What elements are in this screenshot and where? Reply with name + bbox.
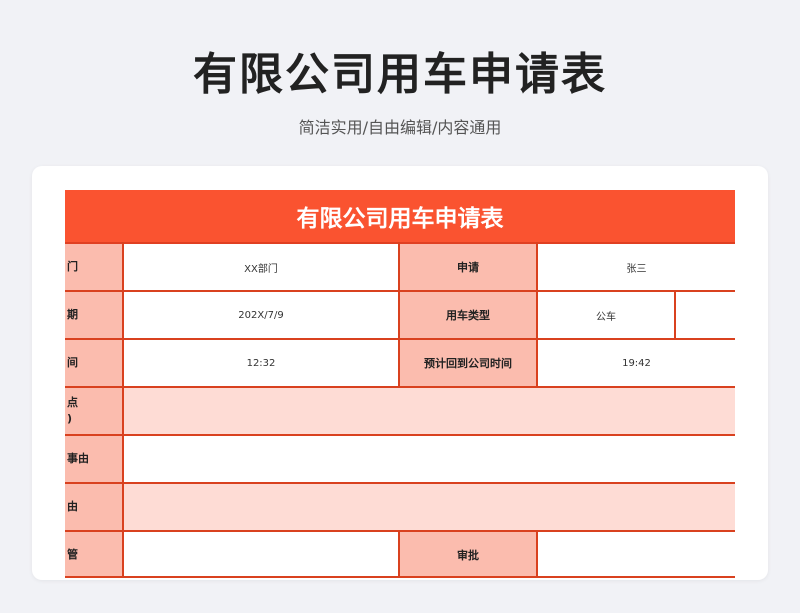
departure-time-value[interactable]: 12:32 (124, 340, 398, 386)
reason-value[interactable] (124, 436, 735, 482)
vehicle-extra-value[interactable] (676, 292, 735, 338)
grid-line (65, 530, 735, 532)
supervisor-label: 管 (65, 532, 122, 578)
cause-label: 由 (65, 484, 122, 530)
applicant-label: 申请 (400, 244, 536, 290)
grid-line (122, 242, 124, 578)
reason-label: 事由 (65, 436, 122, 482)
grid-line (65, 386, 735, 388)
department-value[interactable]: XX部门 (124, 244, 398, 290)
destination-value[interactable] (124, 388, 735, 434)
approval-value[interactable] (538, 532, 735, 578)
approval-label: 审批 (400, 532, 536, 578)
page-title: 有限公司用车申请表 (193, 49, 607, 100)
date-label: 期 (65, 292, 122, 338)
page-subtitle: 简洁实用/自由编辑/内容通用 (298, 118, 502, 137)
destination-label: 点 ) (65, 388, 122, 434)
department-label: 门 (65, 244, 122, 290)
grid-line (65, 482, 735, 484)
vehicle-type-value[interactable]: 公车 (538, 292, 674, 338)
vehicle-type-label: 用车类型 (400, 292, 536, 338)
cause-value[interactable] (124, 484, 735, 530)
grid-line (65, 434, 735, 436)
grid-line (398, 530, 400, 578)
form-title: 有限公司用车申请表 (65, 190, 735, 244)
departure-time-label: 间 (65, 340, 122, 386)
return-time-value[interactable]: 19:42 (538, 340, 735, 386)
grid-line (65, 576, 735, 578)
spreadsheet-form: 有限公司用车申请表 门 XX部门 申请 张三 期 202X/7/9 用车类型 公… (65, 190, 735, 578)
grid-line (398, 242, 400, 386)
grid-line (536, 242, 538, 386)
grid-line (65, 290, 735, 292)
form-card: 有限公司用车申请表 门 XX部门 申请 张三 期 202X/7/9 用车类型 公… (32, 166, 768, 580)
grid-line (65, 338, 735, 340)
return-time-label: 预计回到公司时间 (400, 340, 536, 386)
supervisor-value[interactable] (124, 532, 398, 578)
applicant-value[interactable]: 张三 (538, 244, 735, 290)
grid-line (674, 290, 676, 338)
date-value[interactable]: 202X/7/9 (124, 292, 398, 338)
grid-line (536, 530, 538, 578)
